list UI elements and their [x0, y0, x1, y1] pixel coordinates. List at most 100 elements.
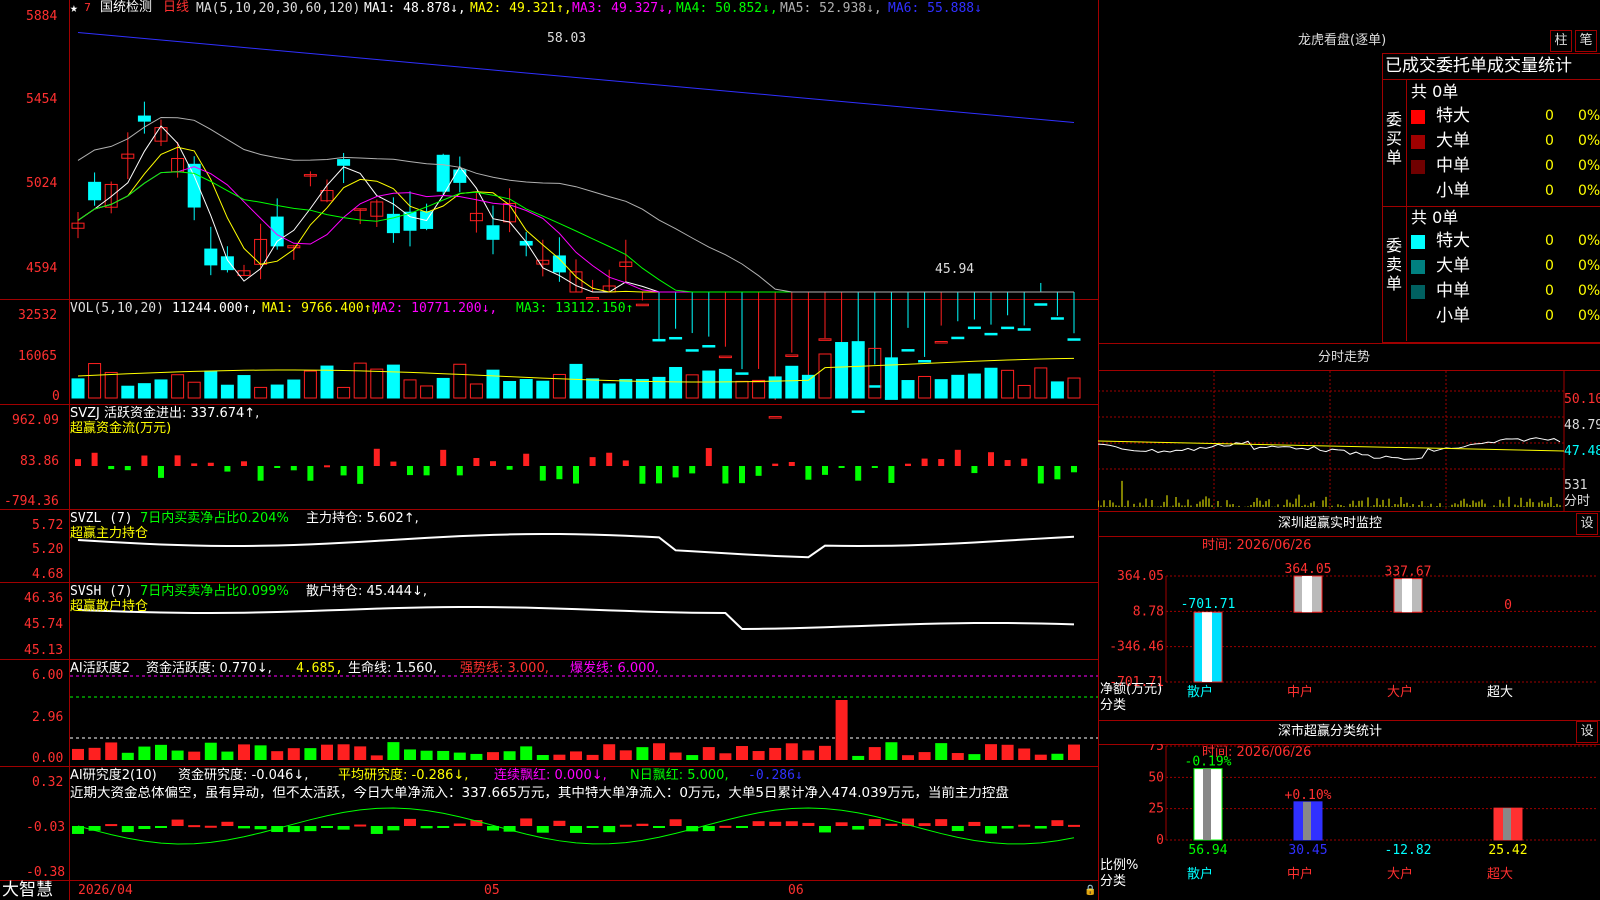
ai2-research: 资金研究度: -0.046↓,	[178, 768, 309, 783]
classify-settings-button[interactable]: 设	[1576, 721, 1598, 743]
activity-bar	[287, 748, 300, 760]
ma-line-6	[77, 32, 1075, 123]
period-label[interactable]: 日线	[163, 0, 189, 15]
fund-flow-bar	[274, 466, 281, 468]
order-size-swatch	[1411, 160, 1425, 174]
activity-bar	[935, 743, 948, 760]
volume-bar	[984, 367, 998, 399]
intraday-chart[interactable]	[1098, 371, 1600, 511]
svzl-ratio: 7日内买卖净占比0.204%	[140, 511, 289, 526]
order-count: 0	[1545, 233, 1554, 249]
fund-flow-bar	[1037, 466, 1044, 484]
activity-bar	[619, 750, 632, 760]
volume-bar	[436, 377, 450, 399]
order-size-swatch	[1411, 310, 1425, 324]
fund-flow-bar	[656, 466, 662, 484]
order-count: 0	[1545, 308, 1554, 324]
down-candle	[901, 349, 915, 352]
activity-bar	[188, 751, 201, 760]
fund-flow-bar	[124, 466, 131, 471]
fund-flow-bar	[589, 457, 596, 466]
order-percent: 0%	[1578, 233, 1600, 249]
classify-bar-highlight	[1503, 808, 1511, 840]
vol-value: 11244.000↑,	[172, 301, 259, 316]
volume-bar	[934, 379, 948, 399]
volume-bar	[569, 363, 583, 399]
fund-flow-bar	[755, 466, 762, 476]
fund-flow-bar	[739, 466, 745, 484]
activity-bar	[387, 742, 400, 760]
activity-bar	[653, 743, 665, 760]
ma2-value: MA2: 49.321↑,	[470, 1, 572, 16]
fund-flow-bar	[1071, 466, 1077, 473]
research-bar	[736, 826, 748, 828]
activity-bar	[586, 754, 599, 760]
order-size-name: 小单	[1436, 181, 1470, 201]
volume-bar	[469, 383, 483, 399]
down-candle	[967, 326, 981, 330]
fund-flow-bar	[158, 466, 164, 478]
research-bar	[254, 826, 267, 830]
classify-xlabel: 分类	[1100, 874, 1127, 889]
activity-bar	[105, 742, 118, 760]
fund-flow-bar	[91, 452, 98, 466]
activity-bar	[503, 751, 516, 760]
volume-bar	[635, 378, 649, 399]
research-bar	[453, 823, 466, 826]
activity-bar	[985, 744, 997, 760]
up-candle	[785, 354, 799, 357]
ai2-value: -0.286↓	[748, 768, 803, 783]
research-bar	[238, 826, 250, 829]
research-bar	[752, 821, 765, 826]
tick-mode-button[interactable]: 笔	[1575, 30, 1597, 52]
vol-ma2: MA2: 10771.200↓,	[372, 301, 498, 316]
research-bar	[802, 822, 815, 826]
activity-bar	[404, 749, 416, 760]
row-divider	[1382, 206, 1600, 207]
fund-flow-bar	[606, 452, 613, 466]
order-count: 0	[1545, 283, 1554, 299]
activity-bar	[304, 748, 317, 760]
fund-flow-bar	[1054, 466, 1061, 480]
volume-bar	[768, 376, 782, 399]
svzl-sub: 超赢主力持仓	[70, 526, 149, 541]
volume-bar	[320, 365, 334, 399]
lock-icon[interactable]: 🔒	[1084, 883, 1096, 898]
volume-bar	[752, 380, 766, 399]
monitor-bar-label: 0	[1504, 598, 1512, 613]
svzj-sub: 超赢资金流(万元)	[70, 421, 172, 436]
monitor-settings-button[interactable]: 设	[1576, 513, 1598, 535]
volume-bar	[104, 371, 118, 399]
bar-mode-button[interactable]: 柱	[1550, 30, 1572, 52]
order-count: 0	[1545, 158, 1554, 174]
activity-bar	[1018, 748, 1031, 760]
research-bar	[570, 826, 582, 833]
retail-holding-line	[77, 606, 1075, 630]
classify-tick: 0	[1156, 833, 1164, 848]
volume-bar	[187, 381, 201, 399]
down-candle	[918, 360, 932, 363]
fund-flow-bar	[75, 459, 81, 466]
order-size-swatch	[1411, 260, 1425, 274]
order-count: 0	[1545, 133, 1554, 149]
fund-flow-bar	[722, 466, 729, 484]
volume-bar	[204, 370, 218, 399]
star-icon[interactable]: ★	[70, 1, 78, 16]
volume-bar	[918, 375, 932, 399]
brand-logo: 大智慧	[2, 880, 53, 900]
activity-bar	[520, 746, 533, 760]
order-size-swatch	[1411, 235, 1425, 249]
svzj-tick: 962.09	[12, 413, 59, 428]
order-percent: 0%	[1578, 133, 1600, 149]
monitor-bar-highlight	[1302, 576, 1312, 613]
panel-divider	[1098, 343, 1600, 344]
sell-orders-label: 委卖单	[1386, 236, 1403, 293]
k-line-chart-area[interactable]	[0, 0, 1098, 900]
stock-name[interactable]: 国统检测	[100, 0, 152, 15]
order-count: 0	[1545, 258, 1554, 274]
monitor-bar-chart: 364.058.78-346.46-701.71-701.71散户364.05中…	[1109, 562, 1598, 700]
classify-change-label: -0.19%	[1185, 755, 1232, 770]
volume-bar	[1050, 381, 1064, 399]
vol-header: VOL(5,10,20)	[70, 301, 164, 316]
volume-bar	[901, 380, 915, 399]
